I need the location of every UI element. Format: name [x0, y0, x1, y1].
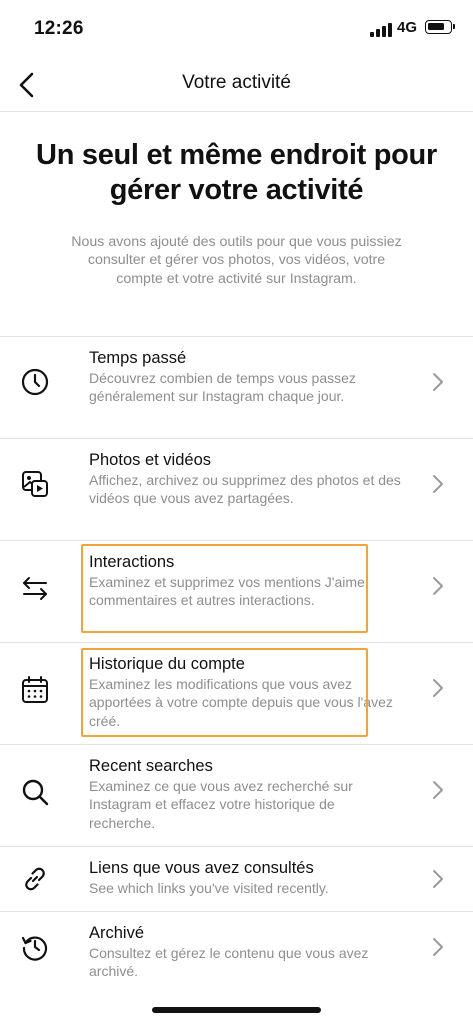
photos-videos-icon [20, 469, 50, 499]
chevron-right-icon [431, 937, 445, 957]
arrows-exchange-icon [20, 573, 50, 603]
item-description: Examinez et supprimez vos mentions J'aim… [89, 574, 369, 609]
list-item-account-history[interactable]: Historique du compte Examinez les modifi… [0, 643, 473, 745]
status-bar: 12:26 4G [0, 0, 473, 58]
calendar-icon [20, 675, 50, 705]
list-item-visited-links[interactable]: Liens que vous avez consultés See which … [0, 847, 473, 912]
item-title: Historique du compte [89, 655, 245, 673]
home-indicator [152, 1007, 321, 1013]
activity-list: Temps passé Découvrez combien de temps v… [0, 336, 473, 984]
headline: Un seul et même endroit pour gérer votre… [36, 139, 437, 206]
item-title: Liens que vous avez consultés [89, 859, 314, 877]
page-title: Votre activité [182, 72, 291, 93]
item-title: Recent searches [89, 757, 213, 775]
chevron-right-icon [431, 780, 445, 800]
item-title: Archivé [89, 924, 145, 942]
list-item-photos-videos[interactable]: Photos et vidéos Affichez, archivez ou s… [0, 439, 473, 541]
intro-text: Nous avons ajouté des outils pour que vo… [71, 234, 402, 287]
item-description: See which links you've visited recently. [89, 880, 329, 896]
link-icon [20, 864, 50, 894]
list-item-time-spent[interactable]: Temps passé Découvrez combien de temps v… [0, 337, 473, 439]
signal-icon [370, 23, 394, 37]
chevron-right-icon [431, 474, 445, 494]
item-title: Interactions [89, 553, 175, 571]
chevron-right-icon [431, 576, 445, 596]
list-item-recent-searches[interactable]: Recent searches Examinez ce que vous ave… [0, 745, 473, 847]
list-item-archived[interactable]: Archivé Consultez et gérez le contenu qu… [0, 912, 473, 984]
item-title: Temps passé [89, 349, 187, 367]
item-title: Photos et vidéos [89, 451, 211, 469]
network-type: 4G [397, 19, 418, 36]
item-description: Découvrez combien de temps vous passez g… [89, 370, 356, 405]
chevron-right-icon [431, 372, 445, 392]
battery-icon [425, 20, 455, 34]
item-description: Affichez, archivez ou supprimez des phot… [89, 472, 401, 507]
status-time: 12:26 [34, 18, 84, 39]
list-item-interactions[interactable]: Interactions Examinez et supprimez vos m… [0, 541, 473, 643]
archive-history-icon [20, 932, 50, 962]
chevron-right-icon [431, 678, 445, 698]
item-description: Examinez ce que vous avez recherché sur … [89, 778, 353, 831]
clock-icon [20, 367, 50, 397]
item-description: Consultez et gérez le contenu que vous a… [89, 945, 369, 980]
chevron-right-icon [431, 869, 445, 889]
nav-bar: Votre activité [0, 58, 473, 112]
search-icon [20, 777, 50, 807]
item-description: Examinez les modifications que vous avez… [89, 676, 393, 729]
